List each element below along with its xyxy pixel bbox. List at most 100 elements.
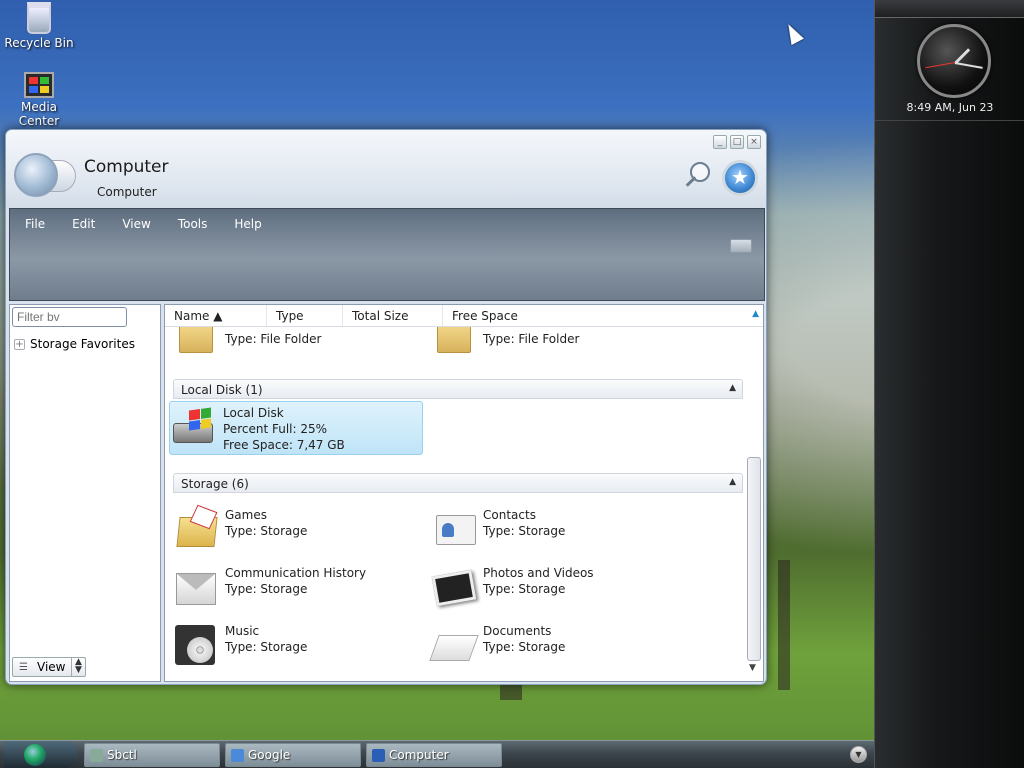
list-item-documents[interactable]: Documents Type: Storage [429, 623, 566, 669]
menu-edit[interactable]: Edit [63, 215, 104, 233]
navigation-pane: + Storage Favorites ☰ View ▲▼ [9, 304, 161, 682]
menu-view[interactable]: View [113, 215, 159, 233]
group-label: Storage (6) [181, 477, 249, 491]
window-header: Computer Computer ★ _ □ × [6, 130, 766, 208]
breadcrumb[interactable]: Computer [97, 185, 157, 199]
item-name: Communication History [225, 566, 367, 580]
contacts-icon [431, 507, 477, 553]
item-name: Local Disk [223, 406, 284, 420]
column-free-space[interactable]: Free Space [443, 305, 563, 326]
task-label: Computer [389, 748, 449, 762]
group-header-local-disk[interactable]: Local Disk (1) ▲ [173, 379, 743, 399]
column-name[interactable]: Name ▲ [165, 305, 267, 326]
item-name: Games [225, 508, 267, 522]
item-type: Type: Storage [225, 582, 308, 596]
desktop-icon-label: Media Center [18, 100, 60, 128]
music-cd-icon [173, 623, 219, 669]
close-button[interactable]: × [747, 135, 761, 149]
task-label: Sbctl [107, 748, 137, 762]
tree-item-label: Storage Favorites [30, 337, 135, 351]
mouse-cursor-icon [782, 20, 804, 46]
sidebar-divider [875, 120, 1024, 121]
back-button[interactable] [14, 153, 58, 197]
list-item-games[interactable]: Games Type: Storage [173, 507, 307, 553]
search-icon[interactable] [682, 162, 714, 194]
local-disk-icon [171, 405, 217, 451]
filter-input[interactable] [12, 307, 127, 327]
item-type: Type: Storage [225, 524, 308, 538]
item-name: Contacts [483, 508, 536, 522]
tree-trunk [778, 560, 790, 690]
scroll-up-icon[interactable]: ▲ [752, 309, 759, 319]
documents-icon [429, 623, 479, 669]
item-type: Type: Storage [483, 582, 566, 596]
clock-text: 8:49 AM, Jun 23 [906, 101, 994, 114]
item-percent: Percent Full: 25% [223, 422, 328, 436]
list-item-photos-and-videos[interactable]: Photos and Videos Type: Storage [431, 565, 594, 611]
games-icon [173, 507, 219, 553]
clock-second-hand [925, 62, 956, 69]
collapse-icon[interactable]: ▲ [729, 477, 736, 487]
view-button[interactable]: ☰ View ▲ ▼ [12, 657, 86, 677]
menu-items: File Edit View Tools Help [16, 215, 280, 233]
clock-minute-hand [954, 62, 983, 69]
list-item-contacts[interactable]: Contacts Type: Storage [431, 507, 565, 553]
column-header: Name ▲ Type Total Size Free Space ▲ [165, 305, 763, 327]
envelope-icon [173, 565, 219, 611]
minimize-button[interactable]: _ [713, 135, 727, 149]
menu-bar: File Edit View Tools Help [9, 208, 765, 301]
expand-icon[interactable]: + [14, 338, 25, 350]
list-item-communication-history[interactable]: Communication History Type: Storage [173, 565, 366, 611]
photos-icon [431, 565, 477, 611]
item-type: Type: File Folder [225, 332, 322, 346]
group-header-storage[interactable]: Storage (6) ▲ [173, 473, 743, 493]
view-spinner-icon[interactable]: ▲ ▼ [71, 658, 85, 676]
window-title: Computer [84, 157, 169, 177]
sidebar-top-bar [875, 0, 1024, 18]
media-center-icon [24, 72, 54, 98]
start-button[interactable] [4, 741, 78, 768]
menu-file[interactable]: File [16, 215, 54, 233]
sidebar: 8:49 AM, Jun 23 [874, 0, 1024, 768]
view-list-icon: ☰ [19, 661, 28, 673]
item-name: Music [225, 624, 260, 638]
menu-tools[interactable]: Tools [169, 215, 217, 233]
content-pane: Shared Documents Type: File Folder Admin… [164, 304, 764, 682]
toggle-pane-button[interactable] [730, 239, 752, 253]
browser-icon [231, 749, 244, 762]
maximize-button[interactable]: □ [730, 135, 744, 149]
search-handle [685, 176, 697, 187]
view-button-label: View [37, 660, 66, 674]
app-icon [90, 749, 103, 762]
item-type: Type: Storage [483, 640, 566, 654]
group-label: Local Disk (1) [181, 383, 263, 397]
item-free-space: Free Space: 7,47 GB [223, 438, 345, 452]
windows-orb-icon [24, 744, 46, 766]
column-total-size[interactable]: Total Size [343, 305, 443, 326]
taskbar-item-google[interactable]: Google [225, 743, 361, 767]
item-type: Type: Storage [225, 640, 308, 654]
taskbar: Sbctl Google Computer ▼ [0, 740, 874, 768]
list-item-music[interactable]: Music Type: Storage [173, 623, 307, 669]
clock-gadget-icon[interactable] [917, 24, 991, 98]
back-forward-orb-icon[interactable] [14, 153, 78, 197]
tray-expand-icon[interactable]: ▼ [850, 746, 867, 763]
scrollbar-thumb[interactable] [747, 457, 761, 661]
menu-help[interactable]: Help [225, 215, 270, 233]
taskbar-item-sbctl[interactable]: Sbctl [84, 743, 220, 767]
computer-window: Computer Computer ★ _ □ × File Edit View… [5, 129, 767, 685]
taskbar-item-computer[interactable]: Computer [366, 743, 502, 767]
desktop-icon-recycle-bin[interactable]: Recycle Bin [0, 2, 78, 50]
item-name: Documents [483, 624, 552, 638]
collapse-icon[interactable]: ▲ [729, 383, 736, 393]
item-type: Type: File Folder [483, 332, 580, 346]
favorites-star-icon[interactable]: ★ [722, 160, 758, 196]
desktop-icon-media-center[interactable]: Media Center [0, 72, 78, 128]
recycle-bin-icon [27, 2, 51, 34]
window-controls: _ □ × [713, 135, 761, 149]
column-type[interactable]: Type [267, 305, 343, 326]
task-label: Google [248, 748, 291, 762]
tree-item-storage-favorites[interactable]: + Storage Favorites [14, 337, 135, 351]
list-item-local-disk[interactable]: Local Disk Percent Full: 25% Free Space:… [171, 405, 345, 453]
scroll-down-icon[interactable]: ▼ [749, 663, 756, 673]
